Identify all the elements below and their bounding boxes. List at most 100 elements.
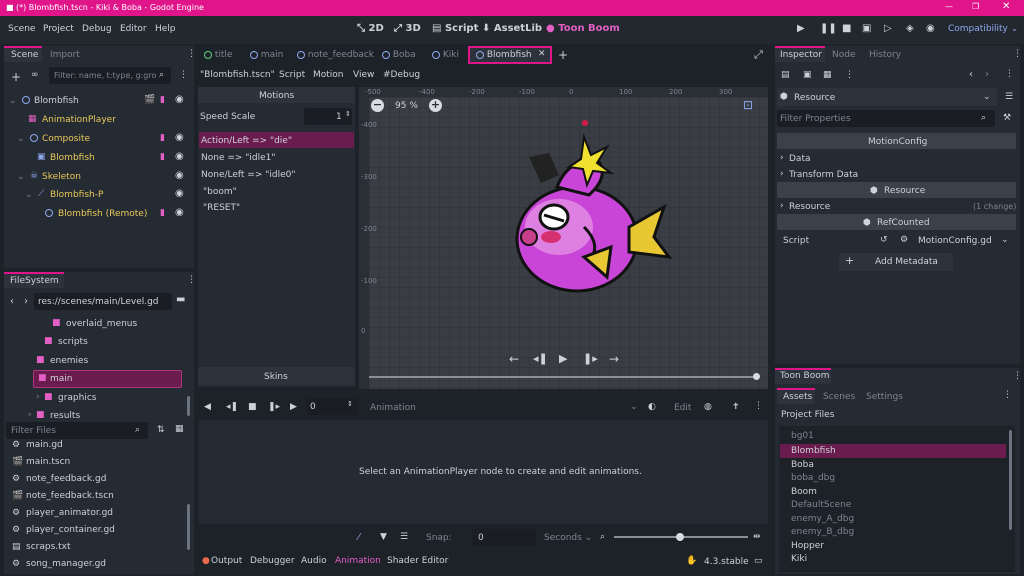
- menu-script[interactable]: Script: [279, 70, 305, 81]
- save-resource-icon[interactable]: ▦: [823, 70, 832, 81]
- menu-view[interactable]: View: [353, 70, 374, 81]
- distraction-free-icon[interactable]: ⤢: [754, 48, 763, 61]
- file-item[interactable]: note_feedback.gd: [26, 474, 106, 485]
- zoom-in-icon[interactable]: +: [429, 99, 442, 112]
- tree-item-blombfish-p[interactable]: Blombfish-P: [50, 190, 103, 201]
- frame-input[interactable]: 0 ⇕: [306, 398, 358, 415]
- asset-item[interactable]: enemy_B_dbg: [791, 527, 854, 538]
- motion-item[interactable]: None => "idle1": [201, 153, 276, 164]
- dock-menu-icon[interactable]: ⋮: [1013, 371, 1022, 382]
- pause-icon[interactable]: ❚❚: [820, 23, 837, 35]
- play-backwards-icon[interactable]: ◂❚: [226, 402, 238, 413]
- minimize-icon[interactable]: —: [945, 2, 953, 12]
- play-from-start-icon[interactable]: ▶: [290, 402, 297, 413]
- folder-graphics[interactable]: graphics: [58, 393, 96, 404]
- asset-item[interactable]: Blombfish: [791, 446, 836, 457]
- zoom-out-icon[interactable]: −: [371, 99, 384, 112]
- list-icon[interactable]: ☰: [400, 532, 408, 543]
- arrow-right-icon[interactable]: →: [609, 352, 619, 366]
- tab-blombfish[interactable]: Blombfish ✕: [468, 46, 552, 64]
- new-tab-icon[interactable]: +: [558, 48, 568, 62]
- history-back-icon[interactable]: ‹: [969, 69, 973, 81]
- timeline-slider[interactable]: [369, 376, 759, 378]
- motion-item[interactable]: "boom": [203, 187, 237, 198]
- fit-icon[interactable]: ⇹: [753, 532, 761, 543]
- asset-item[interactable]: Kiki: [791, 554, 807, 565]
- folder-scripts[interactable]: scripts: [58, 337, 88, 348]
- motion-item[interactable]: "RESET": [203, 203, 240, 214]
- tab-boba[interactable]: Boba: [382, 50, 416, 61]
- tab-import[interactable]: Import: [50, 50, 80, 61]
- visibility-icon[interactable]: ◉: [175, 188, 184, 199]
- chevron-down-icon[interactable]: ⌄: [1001, 235, 1009, 246]
- forward-icon[interactable]: ›: [24, 296, 28, 308]
- visibility-icon[interactable]: ◉: [175, 170, 184, 181]
- onion-skin-icon[interactable]: ◍: [704, 402, 712, 413]
- canvas-viewport[interactable]: -500 -400 -200 -100 0 100 200 300 -400 -…: [359, 87, 768, 389]
- visibility-icon[interactable]: ◉: [175, 132, 184, 143]
- filter-properties-input[interactable]: Filter Properties ⌕: [777, 110, 995, 127]
- motion-item[interactable]: None/Left => "idle0": [201, 170, 296, 181]
- tab-output[interactable]: Output: [211, 556, 242, 567]
- workspace-2d[interactable]: ⤡ 2D: [357, 23, 384, 35]
- tab-audio[interactable]: Audio: [301, 556, 327, 567]
- tree-item-blombfish-remote[interactable]: Blombfish (Remote): [58, 209, 147, 220]
- tab-settings[interactable]: Settings: [866, 392, 903, 403]
- chevron-down-icon[interactable]: ⌄: [17, 172, 25, 183]
- tab-kiki[interactable]: Kiki: [432, 50, 459, 61]
- step-back-icon[interactable]: ◂❚: [533, 352, 548, 365]
- chevron-right-icon[interactable]: ›: [780, 201, 784, 212]
- dock-menu-icon[interactable]: ⋮: [187, 275, 196, 286]
- play-custom-icon[interactable]: ◈: [906, 23, 914, 35]
- file-item[interactable]: scraps.txt: [26, 542, 71, 553]
- asset-item[interactable]: Boba: [791, 460, 814, 471]
- tab-title[interactable]: title: [204, 50, 232, 61]
- menu-editor[interactable]: Editor: [120, 24, 147, 35]
- load-resource-icon[interactable]: ▣: [803, 70, 812, 81]
- asset-item[interactable]: bg01: [791, 431, 814, 442]
- menu-help[interactable]: Help: [155, 24, 176, 35]
- script-value[interactable]: MotionConfig.gd: [918, 236, 992, 247]
- menu-scene[interactable]: Scene: [8, 24, 35, 35]
- sort-icon[interactable]: ⇅: [157, 425, 165, 436]
- folder-scrollbar[interactable]: [187, 396, 190, 416]
- tree-item-composite[interactable]: Composite: [42, 134, 90, 145]
- maximize-icon[interactable]: ❐: [972, 2, 979, 12]
- object-menu-icon[interactable]: ⋮: [1005, 69, 1014, 80]
- speed-scale-input[interactable]: 1 ⇕: [304, 108, 352, 125]
- movie-maker-icon[interactable]: ◉: [926, 23, 935, 35]
- folder-overlaid-menus[interactable]: overlaid_menus: [66, 319, 137, 330]
- tree-item-skeleton[interactable]: Skeleton: [42, 172, 81, 183]
- animation-select[interactable]: [418, 398, 644, 415]
- dock-menu-icon[interactable]: ⋮: [1013, 49, 1022, 60]
- play-motion-icon[interactable]: ▶: [559, 352, 567, 365]
- workspace-3d[interactable]: ⤢ 3D: [394, 23, 421, 35]
- tree-item-blombfish-sprite[interactable]: Blombfish: [50, 153, 95, 164]
- chevron-down-icon[interactable]: ⌄: [17, 134, 25, 145]
- layout-toggle-icon[interactable]: ▬: [176, 294, 185, 306]
- tools-icon[interactable]: ⚒: [1003, 113, 1011, 124]
- tree-item-animationplayer[interactable]: AnimationPlayer: [42, 115, 116, 126]
- play-icon[interactable]: ▶: [797, 23, 805, 35]
- timeline-slider-handle[interactable]: [753, 373, 760, 380]
- history-forward-icon[interactable]: ›: [985, 69, 989, 81]
- stop-animation-icon[interactable]: ■: [248, 402, 257, 413]
- workspace-script[interactable]: ▤ Script: [432, 23, 478, 35]
- chevron-down-icon[interactable]: ⌄: [25, 190, 33, 201]
- section-transform-data[interactable]: Transform Data: [789, 170, 858, 181]
- snap-input[interactable]: 0: [472, 529, 536, 546]
- tab-scenes[interactable]: Scenes: [823, 392, 855, 403]
- section-resource[interactable]: Resource: [789, 202, 830, 213]
- path-field[interactable]: res://scenes/main/Level.gd: [34, 293, 172, 310]
- collapse-panel-icon[interactable]: ▭: [754, 556, 763, 567]
- workspace-assetlib[interactable]: ⬇ AssetLib: [482, 23, 542, 35]
- back-icon[interactable]: ‹: [10, 296, 14, 308]
- dock-menu-icon[interactable]: ⋮: [754, 401, 763, 412]
- motion-item[interactable]: Action/Left => "die": [201, 136, 292, 147]
- edit-button[interactable]: Edit: [674, 403, 691, 414]
- resource-menu-icon[interactable]: ⋮: [845, 70, 854, 81]
- zoom-level[interactable]: 95 %: [395, 101, 418, 112]
- tab-shader-editor[interactable]: Shader Editor: [387, 556, 448, 567]
- new-resource-icon[interactable]: ▤: [781, 70, 790, 81]
- section-data[interactable]: Data: [789, 154, 811, 165]
